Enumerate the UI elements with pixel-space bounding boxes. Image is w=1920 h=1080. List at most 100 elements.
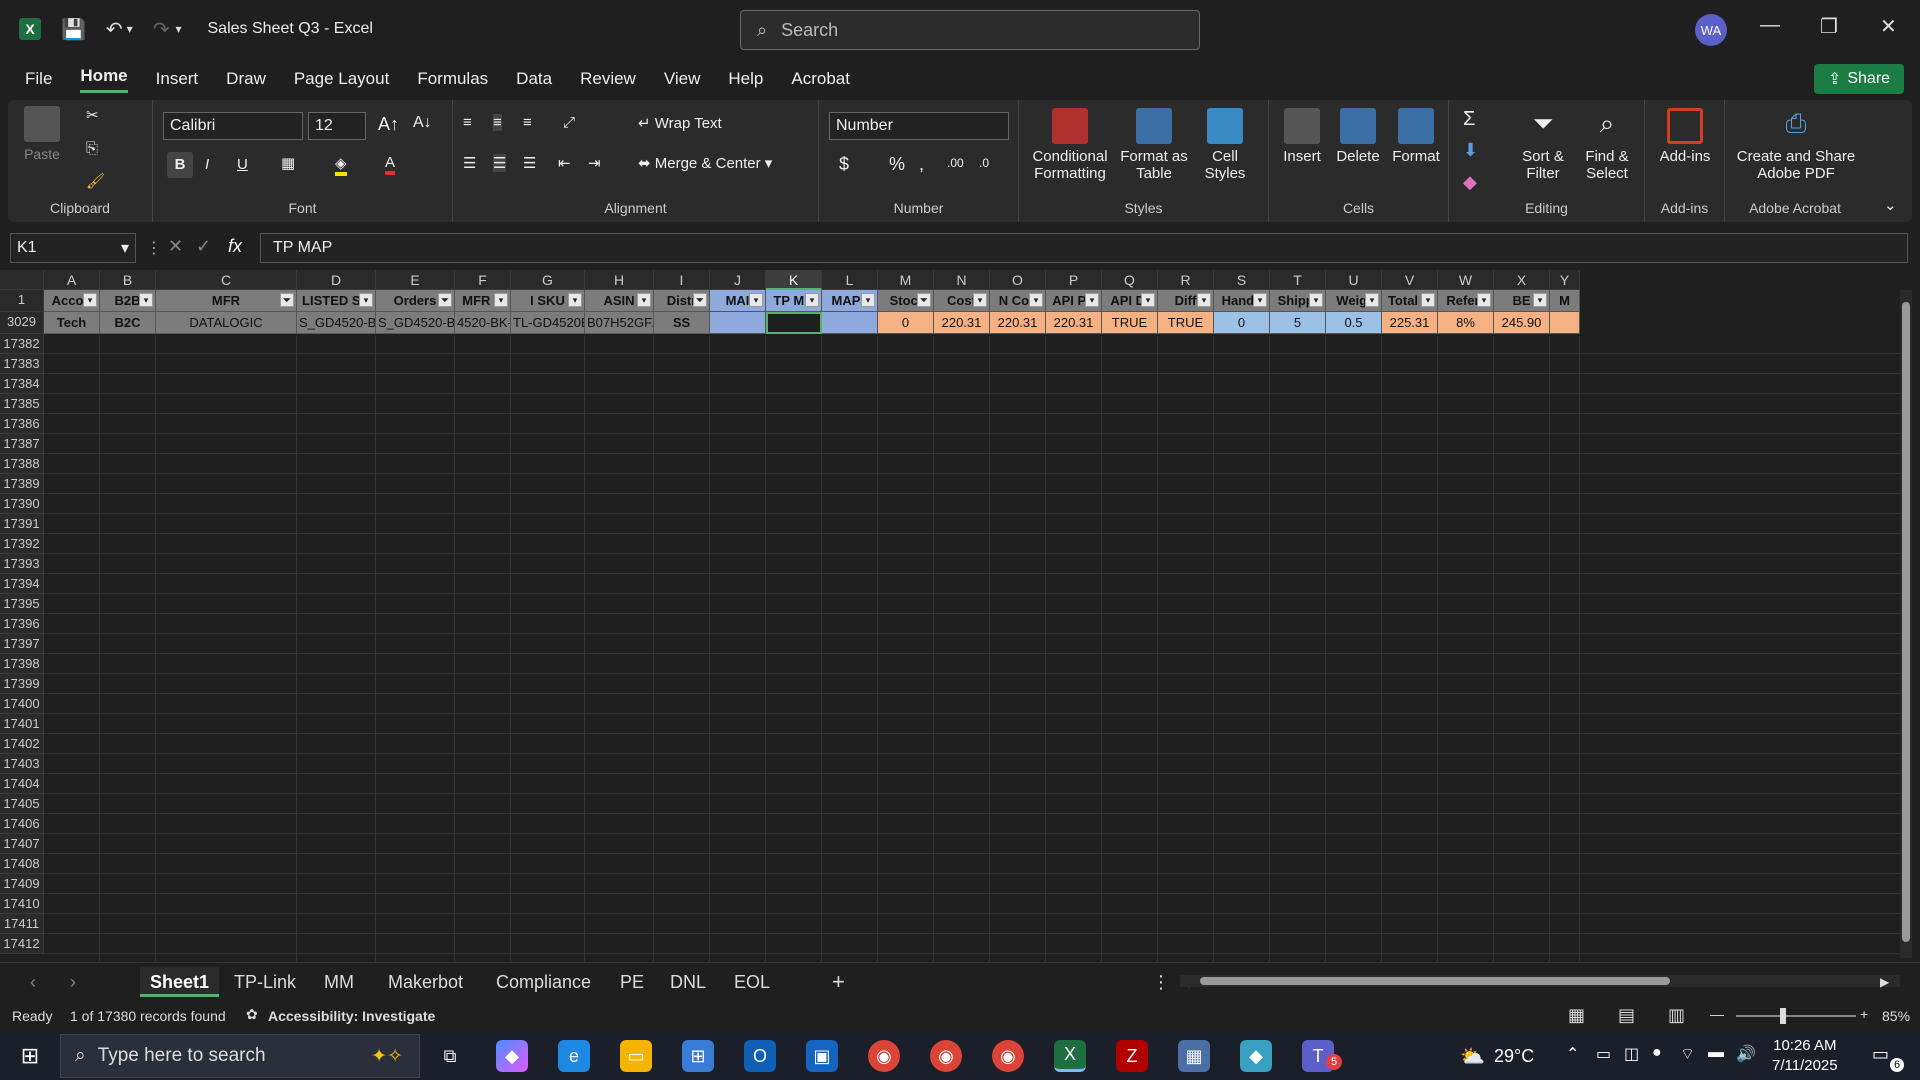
align-bottom-icon[interactable]: ≡ [523, 114, 532, 131]
tab-draw[interactable]: Draw [226, 69, 266, 89]
zoom-out-icon[interactable]: — [1710, 1006, 1724, 1022]
row-header[interactable]: 17409 [0, 874, 44, 894]
next-sheet-icon[interactable]: › [70, 967, 76, 997]
row-header[interactable]: 17385 [0, 394, 44, 414]
zoom-slider-thumb[interactable] [1780, 1008, 1786, 1024]
column-header[interactable]: T [1270, 270, 1326, 290]
tab-page-layout[interactable]: Page Layout [294, 69, 389, 89]
header-cell[interactable]: Referr ▾ [1438, 290, 1494, 312]
file-explorer-icon[interactable]: ▭ [620, 1040, 652, 1072]
cell-styles-button[interactable]: Cell Styles [1195, 108, 1255, 182]
column-header[interactable]: M [878, 270, 934, 290]
filter-dropdown-icon[interactable]: ▾ [749, 293, 763, 307]
page-break-view-icon[interactable]: ▥ [1668, 1005, 1685, 1026]
header-cell[interactable]: BE ▾ [1494, 290, 1550, 312]
increase-indent-icon[interactable]: ⇥ [588, 154, 601, 172]
data-cell[interactable]: S_GD4520-BK-US [297, 312, 376, 334]
column-header[interactable]: V [1382, 270, 1438, 290]
header-cell[interactable]: MFR S ▾ [455, 290, 511, 312]
undo-dropdown-icon[interactable]: ▾ [127, 22, 133, 36]
copy-icon[interactable]: ⎘ [86, 140, 98, 157]
save-icon[interactable]: 💾 [61, 17, 86, 42]
data-cell[interactable] [822, 312, 878, 334]
column-header[interactable]: I [654, 270, 710, 290]
row-header[interactable]: 17398 [0, 654, 44, 674]
align-top-icon[interactable]: ≡ [463, 114, 472, 131]
tab-data[interactable]: Data [516, 69, 552, 89]
data-cell[interactable]: 0.5 [1326, 312, 1382, 334]
filter-dropdown-icon[interactable]: ▾ [139, 293, 153, 307]
header-cell[interactable]: Weigl ▾ [1326, 290, 1382, 312]
filter-dropdown-icon[interactable]: ▾ [637, 293, 651, 307]
column-header[interactable]: G [511, 270, 585, 290]
filter-dropdown-icon[interactable]: ▾ [1141, 293, 1155, 307]
header-cell[interactable]: Handli ▾ [1214, 290, 1270, 312]
header-cell[interactable]: Diff ▾ [1158, 290, 1214, 312]
filter-dropdown-icon[interactable]: ▾ [1309, 293, 1323, 307]
horizontal-scroll-thumb[interactable] [1200, 977, 1670, 985]
vertical-scroll-thumb[interactable] [1902, 302, 1910, 942]
weather-icon[interactable]: ⛅ [1460, 1044, 1485, 1069]
column-header[interactable]: F [455, 270, 511, 290]
column-header[interactable]: S [1214, 270, 1270, 290]
data-cell[interactable]: DATALOGIC [156, 312, 297, 334]
add-sheet-icon[interactable]: + [832, 967, 845, 997]
clock[interactable]: 10:26 AM 7/11/2025 [1772, 1036, 1838, 1076]
accessibility-status[interactable]: Accessibility: Investigate [268, 1008, 435, 1024]
row-header[interactable]: 17407 [0, 834, 44, 854]
search-input[interactable]: ⌕ Search [740, 10, 1200, 50]
column-header[interactable]: Q [1102, 270, 1158, 290]
notifications-icon[interactable]: ▭ [1872, 1044, 1889, 1065]
column-header[interactable]: N [934, 270, 990, 290]
row-header[interactable]: 17391 [0, 514, 44, 534]
select-all-corner[interactable] [0, 270, 44, 290]
chrome-profile-icon[interactable]: ◉ [930, 1040, 962, 1072]
row-header[interactable]: 17405 [0, 794, 44, 814]
align-right-icon[interactable]: ☰ [523, 154, 536, 172]
tab-formulas[interactable]: Formulas [417, 69, 488, 89]
underline-button[interactable]: U [237, 156, 248, 173]
filter-dropdown-icon[interactable]: ⏷ [280, 293, 294, 307]
row-header[interactable]: 17410 [0, 894, 44, 914]
filter-dropdown-icon[interactable]: ▾ [1253, 293, 1267, 307]
customize-toolbar-icon[interactable]: ▾ [175, 22, 181, 36]
font-color-icon[interactable]: A [385, 154, 396, 175]
network-icon[interactable]: ▭ [1596, 1044, 1611, 1064]
header-cell[interactable]: Total C ▾ [1382, 290, 1438, 312]
italic-button[interactable]: I [205, 156, 209, 173]
filter-dropdown-icon[interactable]: ▾ [1029, 293, 1043, 307]
outlook-icon[interactable]: O [744, 1040, 776, 1072]
sheet-tab-mm[interactable]: MM [324, 967, 354, 997]
header-cell[interactable]: Distr ⏷ [654, 290, 710, 312]
windows-start-icon[interactable]: ⊞ [14, 1040, 46, 1072]
data-cell[interactable] [1550, 312, 1580, 334]
data-cell[interactable]: B2C [100, 312, 156, 334]
avatar[interactable]: WA [1695, 14, 1727, 46]
data-cell[interactable]: 0 [878, 312, 934, 334]
tab-review[interactable]: Review [580, 69, 636, 89]
tab-acrobat[interactable]: Acrobat [791, 69, 850, 89]
cut-icon[interactable]: ✂ [86, 106, 99, 124]
calculator-icon[interactable]: ▦ [1178, 1040, 1210, 1072]
column-header[interactable]: B [100, 270, 156, 290]
outlook-calendar-icon[interactable]: ▣ [806, 1040, 838, 1072]
page-layout-view-icon[interactable]: ▤ [1618, 1005, 1635, 1026]
sort-filter-button[interactable]: ⏷ Sort & Filter [1513, 108, 1573, 182]
task-view-icon[interactable]: ⧉ [434, 1040, 466, 1072]
row-header[interactable]: 17386 [0, 414, 44, 434]
header-cell[interactable]: TP MA ▾ [766, 290, 822, 312]
header-cell[interactable]: MAI ▾ [710, 290, 766, 312]
data-cell[interactable]: TRUE [1158, 312, 1214, 334]
header-cell[interactable]: B2B ▾ [100, 290, 156, 312]
row-header[interactable]: 17384 [0, 374, 44, 394]
row-header[interactable]: 17390 [0, 494, 44, 514]
row-header[interactable]: 17399 [0, 674, 44, 694]
weather-temp[interactable]: 29°C [1494, 1046, 1534, 1067]
find-select-button[interactable]: ⌕ Find & Select [1577, 108, 1637, 182]
row-header[interactable]: 17404 [0, 774, 44, 794]
chrome-icon[interactable]: ◉ [868, 1040, 900, 1072]
header-cell[interactable]: Cost ▾ [934, 290, 990, 312]
normal-view-icon[interactable]: ▦ [1568, 1005, 1585, 1026]
data-cell[interactable] [766, 312, 822, 334]
column-header[interactable]: Y [1550, 270, 1580, 290]
